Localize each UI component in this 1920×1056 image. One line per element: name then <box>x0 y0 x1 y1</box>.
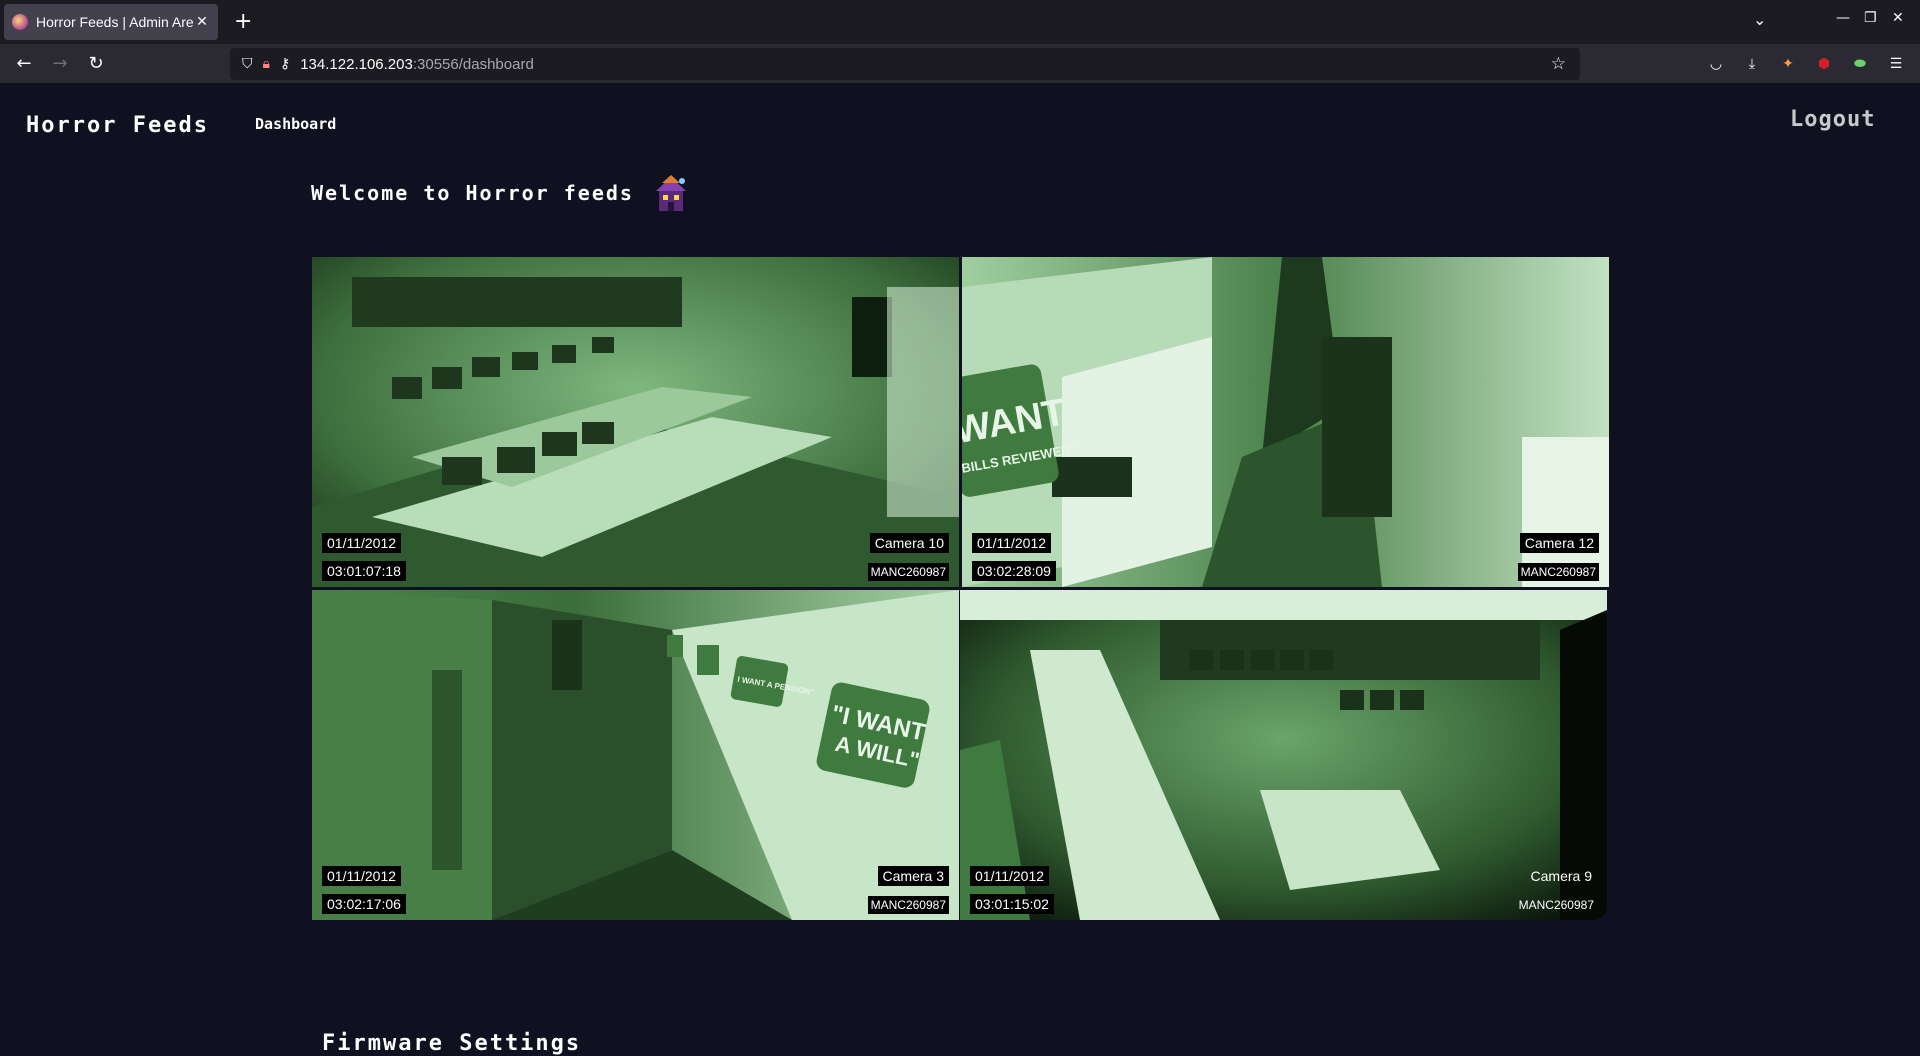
nav-dashboard-link[interactable]: Dashboard <box>255 115 336 133</box>
close-tab-icon[interactable]: ✕ <box>194 14 210 30</box>
browser-tab[interactable]: Horror Feeds | Admin Area ✕ <box>4 4 218 40</box>
camera-time: 03:01:15:02 <box>970 894 1054 914</box>
logout-link[interactable]: Logout <box>1790 107 1875 132</box>
section-title: Firmware Settings <box>322 1031 582 1056</box>
url-bar[interactable]: ⛉ 🔒︎ ⚷ 134.122.106.203:30556/dashboard ☆ <box>230 48 1580 80</box>
download-icon[interactable]: ⤓ <box>1742 54 1762 74</box>
browser-tabbar: Horror Feeds | Admin Area ✕ + ⌄ — ❐ ✕ <box>0 0 1920 44</box>
tab-title: Horror Feeds | Admin Area <box>36 14 194 30</box>
camera-time: 03:02:17:06 <box>322 894 406 914</box>
tab-favicon-icon <box>12 14 28 30</box>
camera-id: MANC260987 <box>867 563 949 581</box>
lock-icon[interactable]: 🔒︎ <box>263 56 270 72</box>
url-text[interactable]: 134.122.106.203:30556/dashboard <box>300 56 534 73</box>
shield-icon[interactable]: ⛉ <box>242 56 253 72</box>
camera-feed[interactable]: 01/11/2012 03:01:07:18 Camera 10 MANC260… <box>312 257 959 587</box>
camera-feed[interactable]: 01/11/2012 03:01:15:02 Camera 9 MANC2609… <box>960 590 1607 920</box>
camera-feed[interactable]: I WANT A PENSION" "I WANT A WILL" 01/11/… <box>312 590 959 920</box>
page: Horror Feeds Dashboard Logout Welcome to… <box>0 85 1920 1056</box>
chevron-down-icon[interactable]: ⌄ <box>1753 10 1766 29</box>
minimize-icon[interactable]: — <box>1836 10 1850 26</box>
forward-icon[interactable]: → <box>48 52 72 76</box>
camera-name: Camera 9 <box>1530 868 1592 884</box>
camera-id: MANC260987 <box>1518 898 1594 912</box>
extension-icon[interactable]: ✦ <box>1778 54 1798 74</box>
house-emoji-icon <box>655 175 686 211</box>
camera-name: Camera 3 <box>877 866 949 886</box>
camera-date: 01/11/2012 <box>972 533 1052 553</box>
brand-title[interactable]: Horror Feeds <box>26 113 209 138</box>
camera-id: MANC260987 <box>1517 563 1599 581</box>
camera-time: 03:02:28:09 <box>972 561 1056 581</box>
welcome-text: Welcome to Horror feeds <box>311 181 634 205</box>
camera-grid: 01/11/2012 03:01:07:18 Camera 10 MANC260… <box>312 257 1610 1007</box>
key-icon[interactable]: ⚷ <box>280 56 290 72</box>
camera-name: Camera 12 <box>1519 533 1599 553</box>
camera-time: 03:01:07:18 <box>322 561 406 581</box>
browser-navbar: ← → ↻ ⛉ 🔒︎ ⚷ 134.122.106.203:30556/dashb… <box>0 44 1920 84</box>
camera-name: Camera 10 <box>869 533 949 553</box>
reload-icon[interactable]: ↻ <box>84 52 108 76</box>
toggle-icon[interactable]: ⬬ <box>1850 54 1870 74</box>
camera-date: 01/11/2012 <box>322 533 402 553</box>
pocket-icon[interactable]: ◡ <box>1706 54 1726 74</box>
camera-date: 01/11/2012 <box>322 866 402 886</box>
new-tab-icon[interactable]: + <box>234 9 252 35</box>
star-icon[interactable]: ☆ <box>1551 54 1566 74</box>
restore-icon[interactable]: ❐ <box>1864 10 1877 26</box>
close-window-icon[interactable]: ✕ <box>1892 10 1904 26</box>
back-icon[interactable]: ← <box>12 52 36 76</box>
camera-id: MANC260987 <box>867 896 949 914</box>
camera-feed[interactable]: WANT BILLS REVIEWED" 01/11/2012 03:02:28… <box>962 257 1609 587</box>
menu-icon[interactable]: ☰ <box>1886 54 1906 74</box>
camera-date: 01/11/2012 <box>970 866 1050 886</box>
welcome-heading: Welcome to Horror feeds <box>311 173 690 213</box>
ublock-icon[interactable]: ⬢ <box>1814 54 1834 74</box>
